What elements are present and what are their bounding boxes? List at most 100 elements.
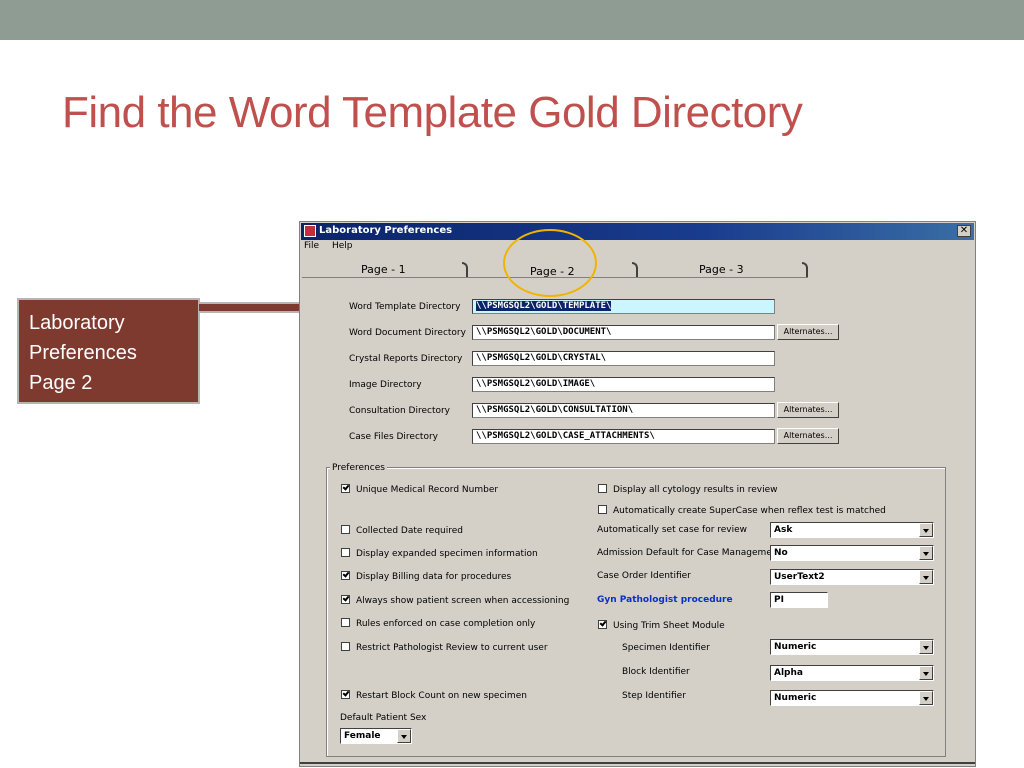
case-files-field[interactable]: \\PSMGSQL2\GOLD\CASE_ATTACHMENTS\ [472, 429, 775, 444]
default-patient-sex-dropdown[interactable]: Female [340, 728, 412, 744]
chevron-down-icon[interactable] [919, 666, 933, 680]
case-files-label: Case Files Directory [349, 432, 438, 442]
chevron-down-icon[interactable] [919, 523, 933, 537]
restrict-review-checkbox[interactable]: Restrict Pathologist Review to current u… [341, 642, 548, 653]
trim-sheet-checkbox[interactable]: Using Trim Sheet Module [598, 620, 725, 631]
word-document-label: Word Document Directory [349, 328, 466, 338]
close-icon[interactable]: ✕ [957, 225, 971, 237]
preferences-group-title: Preferences [330, 463, 387, 473]
checkbox-label: Display all cytology results in review [613, 485, 778, 495]
slide-top-bar [0, 0, 1024, 40]
checkbox-checked-icon [341, 690, 350, 699]
case-order-label: Case Order Identifier [597, 571, 691, 581]
menu-file[interactable]: File [304, 241, 319, 251]
menu-help[interactable]: Help [332, 241, 353, 251]
chevron-down-icon[interactable] [919, 640, 933, 654]
tab-divider [462, 262, 468, 278]
checkbox-label: Display expanded specimen information [356, 549, 538, 559]
consultation-field[interactable]: \\PSMGSQL2\GOLD\CONSULTATION\ [472, 403, 775, 418]
word-template-field[interactable]: \\PSMGSQL2\GOLD\TEMPLATE\ [472, 299, 775, 314]
patient-screen-checkbox[interactable]: Always show patient screen when accessio… [341, 595, 569, 606]
restart-block-count-checkbox[interactable]: Restart Block Count on new specimen [341, 690, 527, 701]
chevron-down-icon[interactable] [919, 691, 933, 705]
rules-enforced-checkbox[interactable]: Rules enforced on case completion only [341, 618, 535, 629]
window-bottom-border [300, 762, 975, 764]
checkbox-checked-icon [598, 620, 607, 629]
word-template-label: Word Template Directory [349, 302, 461, 312]
laboratory-preferences-window: Laboratory Preferences ✕ File Help Page … [299, 221, 976, 767]
checkbox-label: Automatically create SuperCase when refl… [613, 506, 886, 516]
step-identifier-label: Step Identifier [622, 691, 686, 701]
checkbox-empty-icon [341, 525, 350, 534]
auto-review-dropdown[interactable]: Ask [770, 522, 934, 538]
checkbox-checked-icon [341, 571, 350, 580]
chevron-down-icon[interactable] [919, 546, 933, 560]
gyn-pathologist-field[interactable]: PI [770, 592, 828, 608]
image-directory-label: Image Directory [349, 380, 422, 390]
auto-review-value: Ask [774, 525, 793, 535]
admission-default-label: Admission Default for Case Management [597, 548, 782, 558]
checkbox-checked-icon [341, 595, 350, 604]
checkbox-empty-icon [341, 642, 350, 651]
step-identifier-dropdown[interactable]: Numeric [770, 690, 934, 706]
tab-divider [632, 262, 638, 278]
cytology-results-checkbox[interactable]: Display all cytology results in review [598, 484, 777, 495]
app-icon [304, 225, 316, 237]
tab-divider [802, 262, 808, 278]
word-document-alternates-button[interactable]: Alternates... [777, 324, 839, 340]
default-patient-sex-value: Female [344, 731, 381, 741]
block-identifier-label: Block Identifier [622, 667, 690, 677]
crystal-reports-label: Crystal Reports Directory [349, 354, 463, 364]
auto-review-label: Automatically set case for review [597, 525, 748, 535]
checkbox-label: Always show patient screen when accessio… [356, 596, 570, 606]
billing-data-checkbox[interactable]: Display Billing data for procedures [341, 571, 511, 582]
checkbox-checked-icon [341, 484, 350, 493]
step-identifier-value: Numeric [774, 693, 817, 703]
checkbox-empty-icon [341, 618, 350, 627]
window-title: Laboratory Preferences [319, 225, 453, 236]
consultation-alternates-button[interactable]: Alternates... [777, 402, 839, 418]
slide-title: Find the Word Template Gold Directory [62, 88, 803, 137]
checkbox-label: Collected Date required [356, 526, 463, 536]
image-directory-field[interactable]: \\PSMGSQL2\GOLD\IMAGE\ [472, 377, 775, 392]
chevron-down-icon[interactable] [919, 570, 933, 584]
specimen-identifier-value: Numeric [774, 642, 817, 652]
case-order-value: UserText2 [774, 572, 825, 582]
case-files-alternates-button[interactable]: Alternates... [777, 428, 839, 444]
admission-default-value: No [774, 548, 788, 558]
gyn-pathologist-label: Gyn Pathologist procedure [597, 595, 733, 605]
checkbox-label: Using Trim Sheet Module [613, 621, 725, 631]
specimen-identifier-label: Specimen Identifier [622, 643, 710, 653]
checkbox-empty-icon [341, 548, 350, 557]
checkbox-label: Restrict Pathologist Review to current u… [356, 643, 548, 653]
checkbox-label: Rules enforced on case completion only [356, 619, 536, 629]
checkbox-empty-icon [598, 505, 607, 514]
highlight-circle [503, 229, 597, 297]
checkbox-empty-icon [598, 484, 607, 493]
specimen-identifier-dropdown[interactable]: Numeric [770, 639, 934, 655]
word-document-field[interactable]: \\PSMGSQL2\GOLD\DOCUMENT\ [472, 325, 775, 340]
chevron-down-icon[interactable] [397, 729, 411, 743]
callout-box: Laboratory Preferences Page 2 [17, 298, 200, 404]
window-titlebar[interactable]: Laboratory Preferences ✕ [301, 223, 974, 240]
callout-line-2: Preferences [29, 342, 137, 364]
word-template-value: \\PSMGSQL2\GOLD\TEMPLATE\ [476, 301, 612, 311]
case-order-dropdown[interactable]: UserText2 [770, 569, 934, 585]
admission-default-dropdown[interactable]: No [770, 545, 934, 561]
checkbox-label: Unique Medical Record Number [356, 485, 499, 495]
block-identifier-dropdown[interactable]: Alpha [770, 665, 934, 681]
tab-page-1-label: Page - 1 [361, 263, 406, 276]
tab-page-3-label: Page - 3 [699, 263, 744, 276]
collected-date-checkbox[interactable]: Collected Date required [341, 525, 463, 536]
callout-line-3: Page 2 [29, 372, 93, 394]
callout-line-1: Laboratory [29, 312, 125, 334]
consultation-label: Consultation Directory [349, 406, 451, 416]
supercase-checkbox[interactable]: Automatically create SuperCase when refl… [598, 505, 886, 516]
block-identifier-value: Alpha [774, 668, 803, 678]
unique-mrn-checkbox[interactable]: Unique Medical Record Number [341, 484, 498, 495]
checkbox-label: Display Billing data for procedures [356, 572, 512, 582]
expanded-specimen-checkbox[interactable]: Display expanded specimen information [341, 548, 538, 559]
default-patient-sex-label: Default Patient Sex [340, 713, 427, 723]
menu-bar: File Help [304, 241, 362, 255]
crystal-reports-field[interactable]: \\PSMGSQL2\GOLD\CRYSTAL\ [472, 351, 775, 366]
